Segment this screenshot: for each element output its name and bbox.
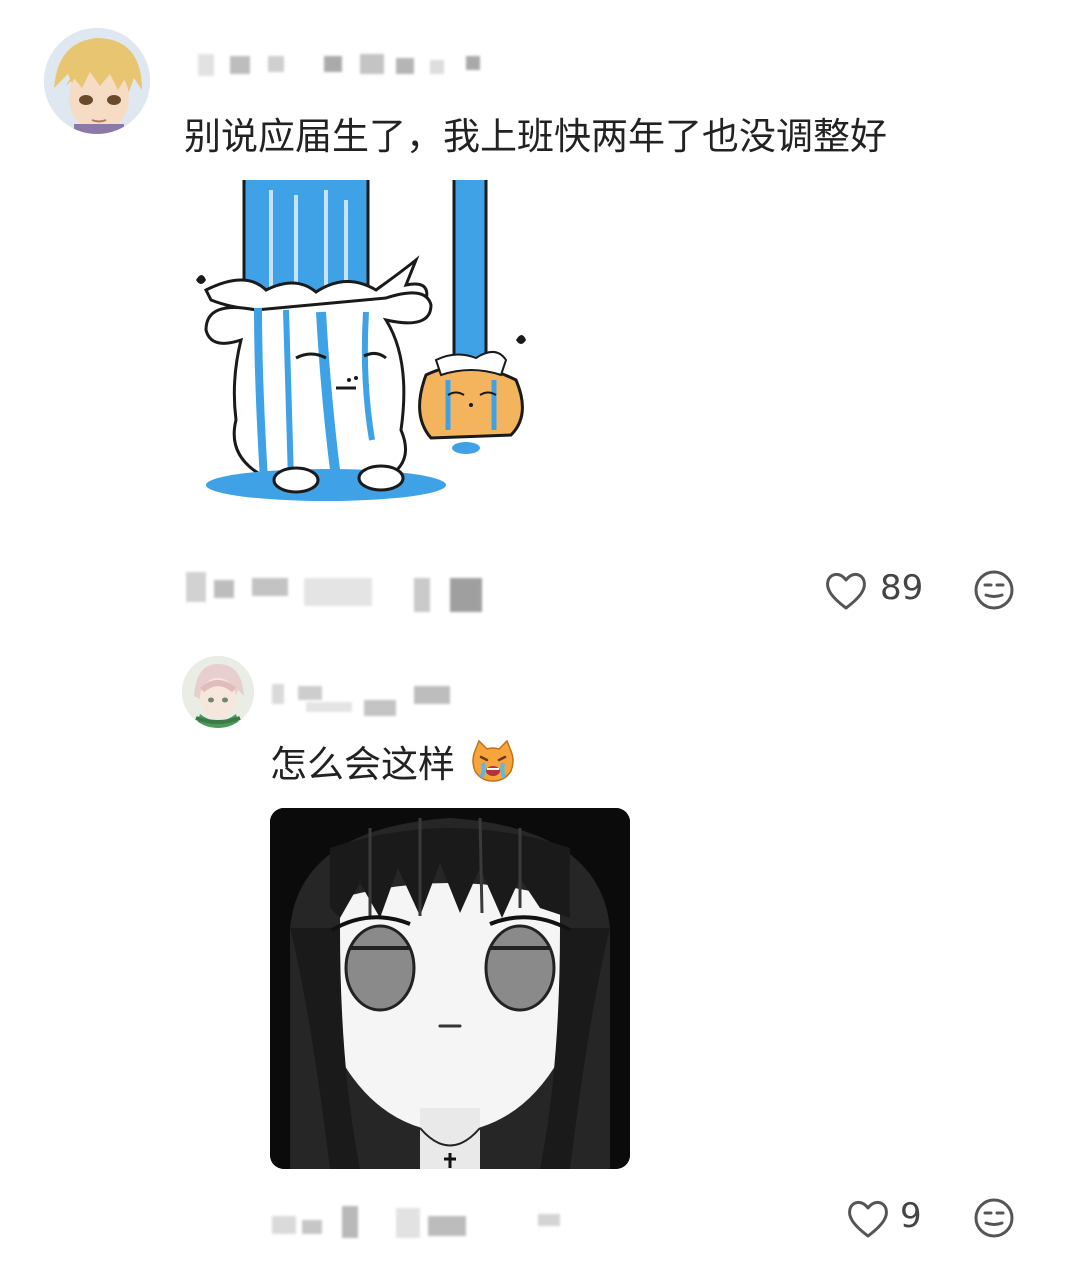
reaction-button[interactable] xyxy=(972,1196,1016,1240)
comment-text: 别说应届生了，我上班快两年了也没调整好 xyxy=(184,115,887,158)
heart-icon xyxy=(848,1201,888,1238)
heart-icon xyxy=(826,573,866,610)
meta-redacted xyxy=(186,572,506,612)
user-avatar[interactable] xyxy=(44,28,150,134)
user-avatar[interactable] xyxy=(182,656,254,728)
neutral-face-icon xyxy=(974,570,1014,610)
username-redacted[interactable] xyxy=(192,42,492,78)
neutral-face-icon xyxy=(974,1198,1014,1238)
meta-redacted xyxy=(272,1204,592,1240)
like-count: 89 xyxy=(880,568,924,608)
crying-cat-emoji-icon xyxy=(469,739,517,792)
sad-black-hair-girl-sticker[interactable] xyxy=(270,808,630,1169)
comment-text-content: 怎么会这样 xyxy=(270,743,455,786)
avatar-blonde-anime-icon xyxy=(44,28,150,134)
username-redacted[interactable] xyxy=(272,676,472,720)
comment-text: 怎么会这样 xyxy=(270,734,517,792)
reaction-button[interactable] xyxy=(972,568,1016,612)
waterfall-crying-sticker[interactable] xyxy=(186,180,532,520)
like-button[interactable]: 9 xyxy=(846,1196,936,1242)
like-count: 9 xyxy=(900,1196,922,1236)
avatar-pink-hair-anime-icon xyxy=(182,656,254,728)
like-button[interactable]: 89 xyxy=(824,568,934,614)
